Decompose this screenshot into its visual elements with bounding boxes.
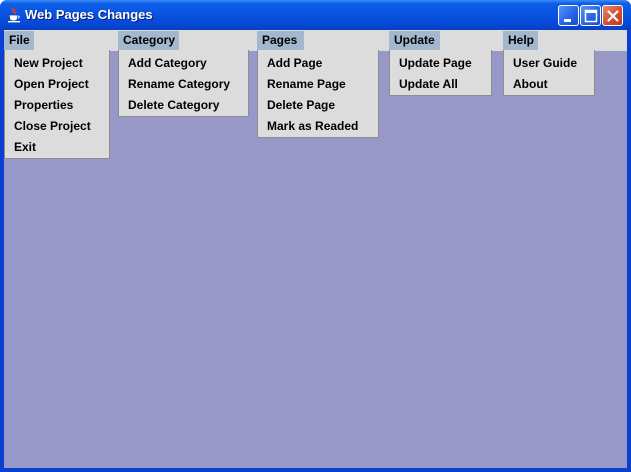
close-button[interactable]: [602, 5, 623, 26]
minimize-button[interactable]: [558, 5, 579, 26]
app-window: Web Pages Changes File Category Pages Up…: [0, 0, 631, 472]
window-title: Web Pages Changes: [25, 7, 153, 22]
category-dropdown: Add Category Rename Category Delete Cate…: [118, 50, 249, 117]
file-dropdown: New Project Open Project Properties Clos…: [4, 50, 110, 159]
maximize-button[interactable]: [580, 5, 601, 26]
menu-file[interactable]: File: [4, 31, 34, 50]
menu-item-add-category[interactable]: Add Category: [119, 53, 248, 74]
menu-bar: File Category Pages Update Help: [4, 30, 627, 51]
menu-help[interactable]: Help: [503, 31, 538, 50]
menu-item-update-all[interactable]: Update All: [390, 74, 491, 95]
menu-item-close-project[interactable]: Close Project: [5, 116, 109, 137]
menu-item-mark-as-readed[interactable]: Mark as Readed: [258, 116, 378, 137]
client-area: File Category Pages Update Help New Proj…: [4, 30, 627, 468]
menu-item-new-project[interactable]: New Project: [5, 53, 109, 74]
title-bar[interactable]: Web Pages Changes: [0, 0, 631, 30]
menu-item-properties[interactable]: Properties: [5, 95, 109, 116]
menu-item-update-page[interactable]: Update Page: [390, 53, 491, 74]
menu-pages[interactable]: Pages: [257, 31, 304, 50]
menu-item-delete-page[interactable]: Delete Page: [258, 95, 378, 116]
minimize-icon: [564, 19, 571, 22]
menu-item-about[interactable]: About: [504, 74, 594, 95]
maximize-icon: [584, 9, 598, 23]
menu-item-user-guide[interactable]: User Guide: [504, 53, 594, 74]
menu-item-open-project[interactable]: Open Project: [5, 74, 109, 95]
menu-item-add-page[interactable]: Add Page: [258, 53, 378, 74]
close-icon: [607, 10, 619, 22]
menu-item-delete-category[interactable]: Delete Category: [119, 95, 248, 116]
pages-dropdown: Add Page Rename Page Delete Page Mark as…: [257, 50, 379, 138]
menu-item-rename-category[interactable]: Rename Category: [119, 74, 248, 95]
java-cup-icon: [8, 7, 20, 23]
update-dropdown: Update Page Update All: [389, 50, 492, 96]
menu-update[interactable]: Update: [389, 31, 440, 50]
menu-item-exit[interactable]: Exit: [5, 137, 109, 158]
menu-item-rename-page[interactable]: Rename Page: [258, 74, 378, 95]
help-dropdown: User Guide About: [503, 50, 595, 96]
menu-category[interactable]: Category: [118, 31, 179, 50]
